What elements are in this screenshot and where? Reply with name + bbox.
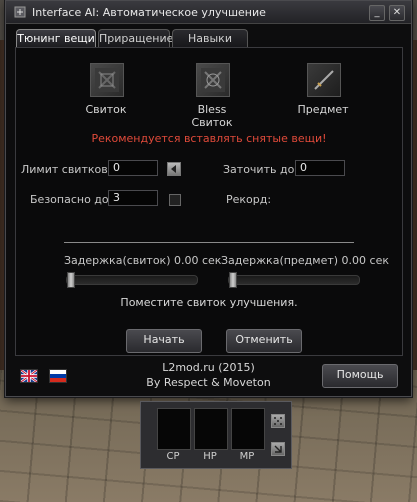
close-button[interactable]: ✕ <box>389 5 405 21</box>
safe-to-checkbox[interactable] <box>169 194 181 206</box>
window-title: Interface AI: Автоматическое улучшение <box>32 6 266 19</box>
help-button[interactable]: Помощь <box>322 364 398 388</box>
scroll-limit-input[interactable]: 0 <box>108 160 158 176</box>
enchant-to-input[interactable]: 0 <box>295 160 345 176</box>
bless-scroll-slot[interactable] <box>196 63 230 97</box>
mp-slot[interactable] <box>231 408 265 450</box>
cp-label: CP <box>166 451 180 462</box>
tab-increment[interactable]: Приращение <box>98 29 173 47</box>
scroll-delay-slider[interactable] <box>66 272 198 288</box>
scroll-limit-label: Лимит свитков: <box>21 163 112 176</box>
dice-icon[interactable] <box>271 414 285 428</box>
minimize-button[interactable]: _ <box>369 5 385 21</box>
window-icon <box>14 6 26 18</box>
sword-icon <box>314 70 334 90</box>
bless-scroll-icon <box>201 68 225 92</box>
safe-to-label: Безопасно до: <box>30 193 113 206</box>
scroll-icon <box>95 68 119 92</box>
enchant-window: Interface AI: Автоматическое улучшение _… <box>5 0 412 397</box>
item-delay-label: Задержка(предмет) 0.00 сек <box>221 254 389 267</box>
item-delay-slider[interactable] <box>228 272 360 288</box>
status-hud: CP HP MP <box>140 401 292 469</box>
hp-label: HP <box>203 451 217 462</box>
divider <box>64 242 354 243</box>
bless-slot-label-line2: Свиток <box>191 116 233 129</box>
status-message: Поместите свиток улучшения. <box>120 296 298 309</box>
title-bar[interactable]: Interface AI: Автоматическое улучшение _… <box>6 1 411 24</box>
mp-label: MP <box>239 451 255 462</box>
window-footer: L2mod.ru (2015) By Respect & Moveton Пом… <box>6 357 411 395</box>
enchant-to-label: Заточить до: <box>223 163 299 176</box>
hp-slot[interactable] <box>194 408 228 450</box>
item-slot[interactable] <box>307 63 341 97</box>
safe-to-input[interactable]: 3 <box>108 190 158 206</box>
start-button[interactable]: Начать <box>126 329 202 353</box>
scroll-slot-label: Свиток <box>85 103 127 116</box>
scroll-delay-label: Задержка(свиток) 0.00 сек <box>64 254 222 267</box>
scroll-limit-arrow-button[interactable] <box>167 162 181 176</box>
tab-skills[interactable]: Навыки <box>172 29 248 47</box>
item-slot-label: Предмет <box>297 103 349 116</box>
tuning-panel: Свиток Bless Свиток Предмет Рекомендуетс… <box>15 47 403 356</box>
record-label: Рекорд: <box>226 193 272 206</box>
arrow-left-icon <box>171 165 176 173</box>
scroll-slot[interactable] <box>90 63 124 97</box>
scroll-delay-slider-thumb[interactable] <box>67 272 75 288</box>
item-delay-slider-thumb[interactable] <box>229 272 237 288</box>
tab-item-tuning[interactable]: Тюнинг вещи <box>16 29 96 47</box>
bless-slot-label-line1: Bless <box>197 103 227 116</box>
warning-text: Рекомендуется вставлять снятые вещи! <box>91 132 327 145</box>
cancel-button[interactable]: Отменить <box>226 329 302 353</box>
cp-slot[interactable] <box>157 408 191 450</box>
arrow-icon[interactable] <box>271 442 285 456</box>
